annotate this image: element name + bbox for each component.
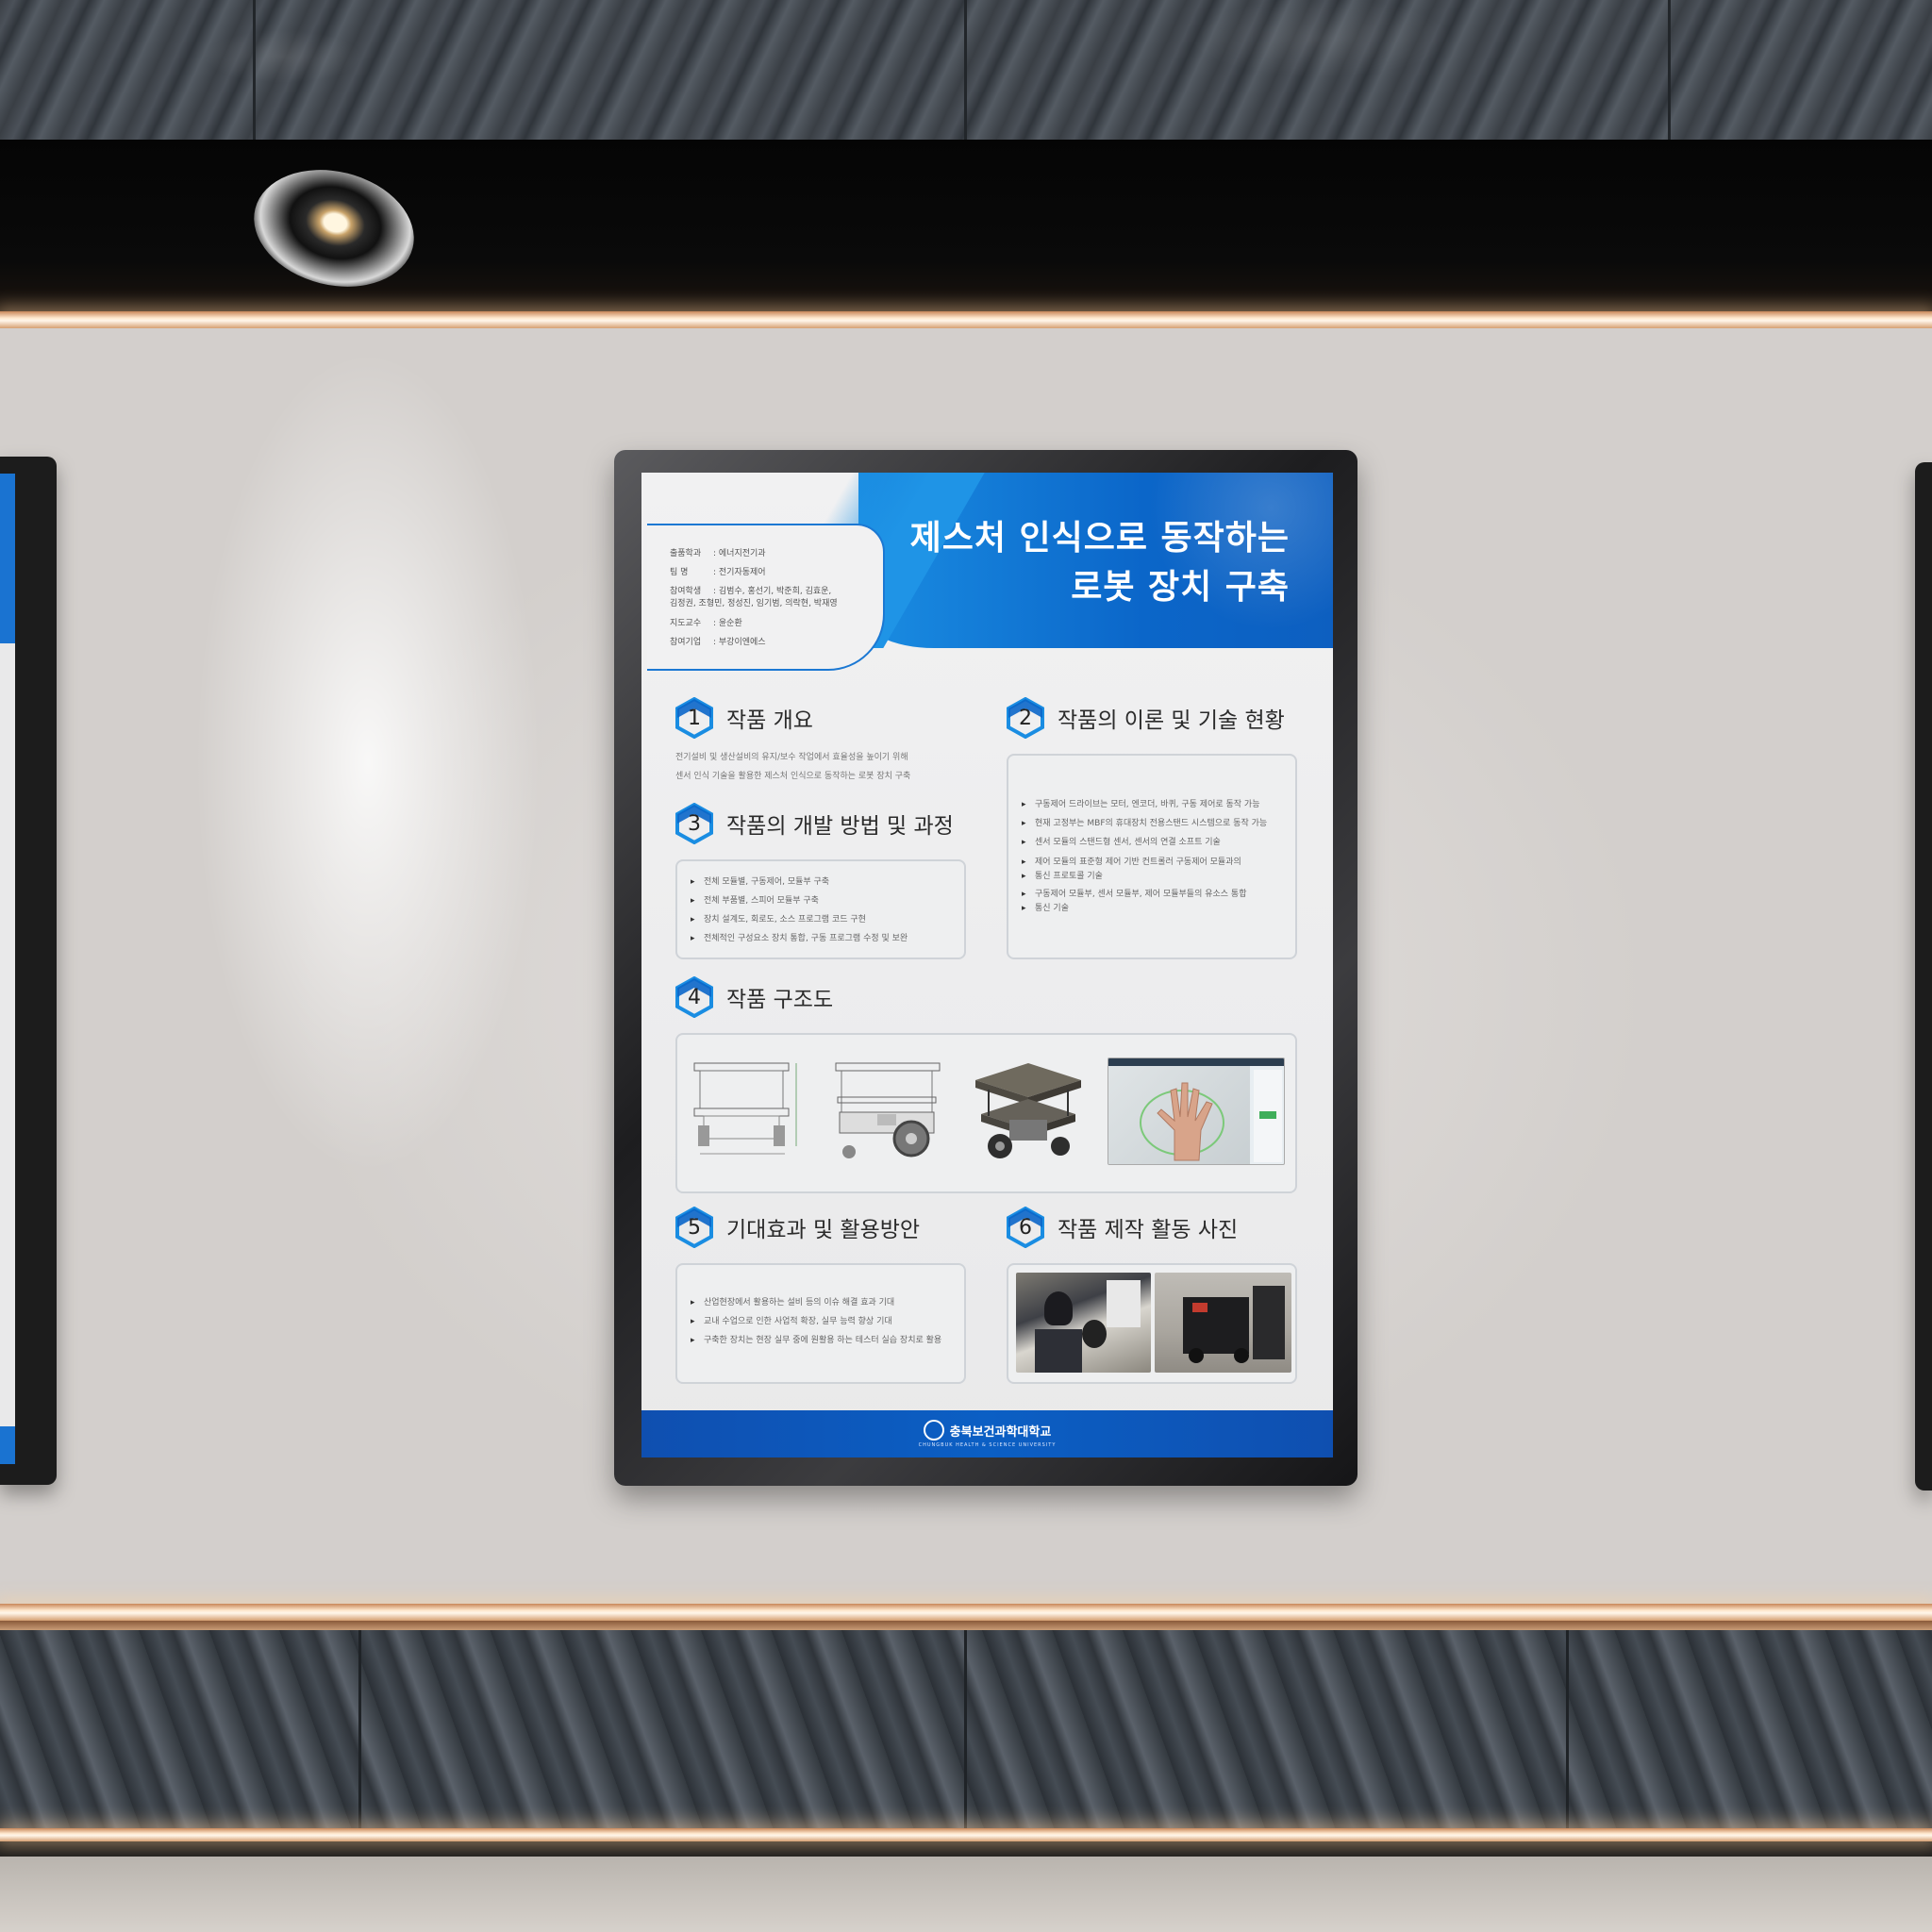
poster-title-line2: 로봇 장치 구축 [1071,568,1290,607]
section-1-heading: 1 작품 개요 [675,695,813,741]
section-3-box: 전체 모듈별, 구동제어, 모듈부 구축 전체 부품별, 스피어 모듈부 구축 … [675,859,966,959]
left-poster-edge [0,457,57,1485]
hand-recognition-screenshot [1108,1058,1285,1165]
bullet-item: 구동제어 드라이브는 모터, 엔코더, 바퀴, 구동 제어로 동작 가능 [1022,795,1295,814]
hexagon-number-icon: 2 [1007,697,1044,739]
poster-title-line1: 제스처 인식으로 동작하는 [909,519,1290,558]
bullet-item: 센서 모듈의 스탠드형 센서, 센서의 연결 소프트 기술 [1022,833,1295,852]
bullet-item: 구동제어 모듈부, 센서 모듈부, 제어 모듈부들의 유소스 통합 [1022,888,1295,902]
bullet-item: 전체적인 구성요소 장치 통합, 구동 프로그램 수정 및 보완 [691,929,964,948]
section-2-box: 구동제어 드라이브는 모터, 엔코더, 바퀴, 구동 제어로 동작 가능 현재 … [1007,754,1297,959]
info-line: 출품학과: 에너지전기과 [670,549,766,558]
robot-prototype-photo [1155,1273,1291,1373]
school-english-name: CHUNGBUK HEALTH & SCIENCE UNIVERSITY [918,1442,1057,1448]
ceiling-marble [0,0,1932,140]
section-3-heading: 3 작품의 개발 방법 및 과정 [675,801,954,846]
bullet-item: 현재 고정부는 MBF의 휴대장치 전용스탠드 시스템으로 동작 가능 [1022,814,1295,833]
section-1-text: 전기설비 및 생산설비의 유지/보수 작업에서 효율성을 높이기 위해 센서 인… [675,748,910,786]
bullet-item: 장치 설계도, 회로도, 소스 프로그램 코드 구현 [691,910,964,929]
ceiling-seam [964,0,967,140]
bullet-item: 제어 모듈의 표준형 제어 기반 컨트롤러 구동제어 모듈과의 [1022,856,1295,870]
base-seam [358,1630,361,1828]
section-4-box [675,1033,1297,1193]
bullet-item-continued: 통신 프로토콜 기술 [1022,870,1295,884]
section-title: 작품의 이론 및 기술 현황 [1058,708,1285,733]
info-line: 팀 명: 전기자동제어 [670,568,766,577]
bullet-item-continued: 통신 기술 [1022,902,1295,916]
paragraph-line: 센서 인식 기술을 활용한 제스처 인식으로 동작하는 로봇 장치 구축 [675,772,911,781]
bullet-item: 전체 부품별, 스피어 모듈부 구축 [691,891,964,910]
section-2-heading: 2 작품의 이론 및 기술 현황 [1007,695,1285,741]
bullet-item: 구축한 장치는 현장 실무 중에 원활용 하는 테스터 실습 장치로 활용 [691,1331,964,1350]
section-title: 기대효과 및 활용방안 [726,1218,921,1242]
footer-band: 충북보건과학대학교 CHUNGBUK HEALTH & SCIENCE UNIV… [641,1410,1333,1457]
section-title: 작품 제작 활동 사진 [1058,1218,1239,1242]
section-5-heading: 5 기대효과 및 활용방안 [675,1205,920,1250]
school-seal-icon [923,1420,944,1441]
hexagon-number-icon: 3 [675,803,713,844]
hexagon-number-icon: 6 [1007,1207,1044,1248]
base-seam [964,1630,967,1828]
poster: 출품학과: 에너지전기과 팀 명: 전기자동제어 참여학생: 김범수, 홍선기,… [641,473,1333,1457]
section-4-heading: 4 작품 구조도 [675,974,833,1020]
floor [0,1857,1932,1932]
ceiling-seam [253,0,256,140]
section-title: 작품 구조도 [726,988,834,1012]
bullet-item: 산업현장에서 활용하는 설비 등의 이슈 해결 효과 기대 [691,1293,964,1312]
team-working-photo [1016,1273,1151,1373]
school-name: 충북보건과학대학교 [923,1420,1051,1441]
section-title: 작품의 개발 방법 및 과정 [726,814,954,839]
hexagon-number-icon: 5 [675,1207,713,1248]
ceiling-seam [1668,0,1671,140]
info-line: 김정권, 조형민, 정성진, 임기범, 의락현, 박재영 [670,599,838,608]
hexagon-number-icon: 4 [675,976,713,1018]
hexagon-number-icon: 1 [675,697,713,739]
base-trim [0,1621,1932,1630]
info-line: 지도교수: 윤순환 [670,619,742,628]
base-seam [1566,1630,1569,1828]
section-6-box [1007,1263,1297,1384]
robot-front-drawing [693,1062,797,1155]
info-box: 출품학과: 에너지전기과 팀 명: 전기자동제어 참여학생: 김범수, 홍선기,… [647,524,885,671]
section-title: 작품 개요 [726,708,813,733]
floor-light-strip [0,1828,1932,1841]
section-5-box: 산업현장에서 활용하는 설비 등의 이슈 해결 효과 기대 교내 수업으로 인한… [675,1263,966,1384]
robot-3d-render [975,1063,1081,1158]
upper-light-strip [0,311,1932,328]
lower-light-strip [0,1604,1932,1621]
section-6-heading: 6 작품 제작 활동 사진 [1007,1205,1238,1250]
bullet-item: 전체 모듈별, 구동제어, 모듈부 구축 [691,873,964,891]
right-poster-edge [1915,462,1932,1491]
paragraph-line: 전기설비 및 생산설비의 유지/보수 작업에서 효율성을 높이기 위해 [675,753,908,762]
info-line: 참여기업: 부강이엔에스 [670,638,766,647]
bullet-item: 교내 수업으로 인한 사업적 확장, 실무 능력 향상 기대 [691,1312,964,1331]
robot-side-drawing [835,1062,941,1158]
info-line: 참여학생: 김범수, 홍선기, 박준희, 김효운, [670,587,832,596]
